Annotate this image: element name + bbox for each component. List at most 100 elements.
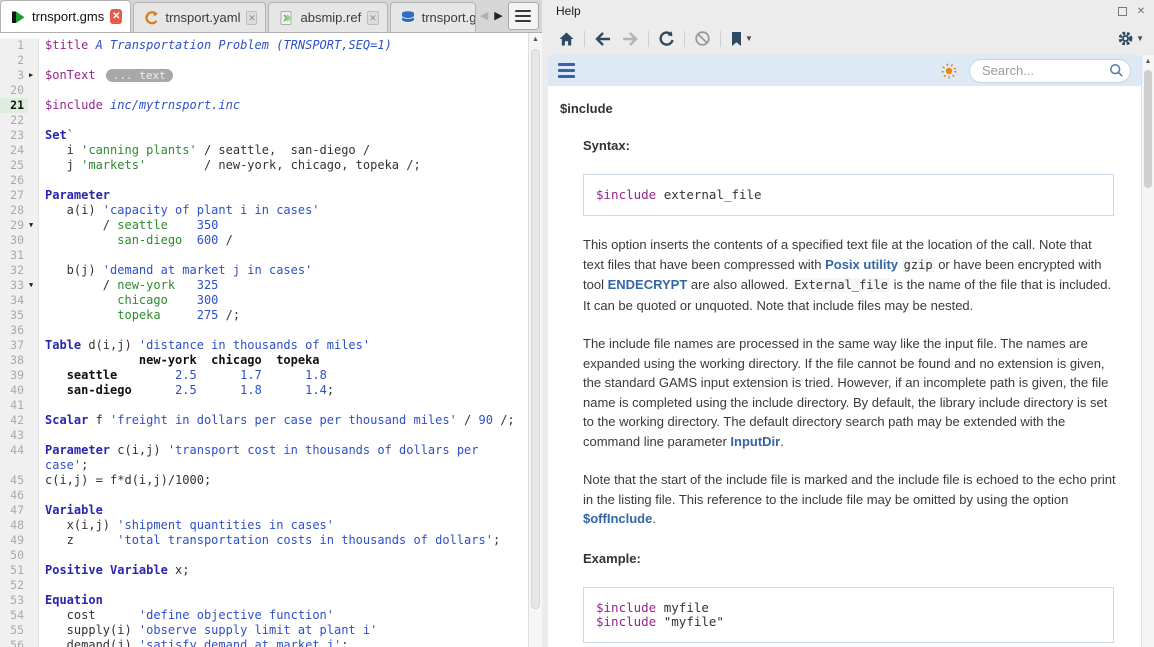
code-line[interactable]: 41	[0, 398, 528, 413]
tab-absmip-ref[interactable]: absmip.ref ✕	[268, 2, 387, 32]
code-line[interactable]: 52	[0, 578, 528, 593]
fold-marker-icon[interactable]: ▶	[28, 68, 39, 83]
code-text	[39, 578, 45, 593]
help-vertical-scrollbar[interactable]: ▲	[1141, 55, 1154, 647]
code-line[interactable]: 31	[0, 248, 528, 263]
code-line[interactable]: 40 san-diego 2.5 1.8 1.4;	[0, 383, 528, 398]
code-line[interactable]: 37Table d(i,j) 'distance in thousands of…	[0, 338, 528, 353]
line-number: 40	[0, 383, 28, 398]
code-line[interactable]: 26	[0, 173, 528, 188]
code-line[interactable]: 24 i 'canning plants' / seattle, san-die…	[0, 143, 528, 158]
stop-button[interactable]	[694, 30, 711, 47]
line-number: 54	[0, 608, 28, 623]
tab-trnsport-gdx[interactable]: trnsport.g	[390, 2, 476, 32]
code-line[interactable]: 20	[0, 83, 528, 98]
fold-marker-icon[interactable]: ▼	[28, 278, 39, 293]
code-line[interactable]: 54 cost 'define objective function'	[0, 608, 528, 623]
search-input[interactable]	[969, 59, 1131, 83]
float-panel-button[interactable]	[1115, 4, 1129, 18]
code-text	[39, 53, 45, 68]
code-line[interactable]: 33▼ / new-york 325	[0, 278, 528, 293]
code-line[interactable]: 39 seattle 2.5 1.7 1.8	[0, 368, 528, 383]
close-tab-icon[interactable]: ✕	[110, 9, 122, 24]
code-line[interactable]: 1$title A Transportation Problem (TRNSPO…	[0, 38, 528, 53]
scrollbar-thumb[interactable]	[531, 49, 540, 609]
code-line[interactable]: case';	[0, 458, 528, 473]
code-text: j 'markets' / new-york, chicago, topeka …	[39, 158, 421, 173]
code-line[interactable]: 48 x(i,j) 'shipment quantities in cases'	[0, 518, 528, 533]
fold-gutter	[28, 323, 39, 338]
tab-trnsport-gms[interactable]: trnsport.gms ✕	[0, 0, 131, 32]
close-tab-icon[interactable]: ✕	[246, 11, 257, 25]
code-line[interactable]: 2	[0, 53, 528, 68]
close-panel-button[interactable]: ✕	[1134, 4, 1148, 18]
tab-scroll-right-icon[interactable]: ▶	[494, 9, 502, 22]
scroll-up-icon[interactable]: ▲	[529, 33, 542, 43]
code-line[interactable]: 21$include inc/mytrnsport.inc	[0, 98, 528, 113]
code-line[interactable]: 56 demand(j) 'satisfy demand at market j…	[0, 638, 528, 647]
code-text: $title A Transportation Problem (TRNSPOR…	[39, 38, 392, 53]
help-subbar	[548, 55, 1141, 86]
line-number: 36	[0, 323, 28, 338]
code-line[interactable]: 55 supply(i) 'observe supply limit at pl…	[0, 623, 528, 638]
code-line[interactable]: 34 chicago 300	[0, 293, 528, 308]
scroll-up-icon[interactable]: ▲	[1142, 55, 1154, 65]
fold-gutter	[28, 548, 39, 563]
search-icon[interactable]	[1109, 63, 1124, 78]
code-line[interactable]: 43	[0, 428, 528, 443]
code-line[interactable]: 44Parameter c(i,j) 'transport cost in th…	[0, 443, 528, 458]
code-line[interactable]: 45c(i,j) = f*d(i,j)/1000;	[0, 473, 528, 488]
help-contents-menu-icon[interactable]	[558, 60, 575, 81]
editor-vertical-scrollbar[interactable]: ▲	[528, 33, 542, 647]
forward-button[interactable]	[621, 31, 639, 47]
help-options-button[interactable]: ▼	[1117, 30, 1144, 47]
fold-gutter	[28, 473, 39, 488]
home-button[interactable]	[558, 31, 575, 47]
code-line[interactable]: 49 z 'total transportation costs in thou…	[0, 533, 528, 548]
code-line[interactable]: 42Scalar f 'freight in dollars per case …	[0, 413, 528, 428]
code-line[interactable]: 35 topeka 275 /;	[0, 308, 528, 323]
code-line[interactable]: 50	[0, 548, 528, 563]
code-line[interactable]: 32 b(j) 'demand at market j in cases'	[0, 263, 528, 278]
code-line[interactable]: 47Variable	[0, 503, 528, 518]
code-text: Parameter	[39, 188, 110, 203]
line-number: 48	[0, 518, 28, 533]
code-text	[39, 398, 45, 413]
syntax-code-block: $include external_file	[583, 174, 1114, 216]
code-line[interactable]: 3▶$onText ... text	[0, 68, 528, 83]
line-number: 45	[0, 473, 28, 488]
fold-gutter	[28, 503, 39, 518]
tab-label: absmip.ref	[300, 10, 361, 25]
tab-label: trnsport.yaml	[165, 10, 240, 25]
code-line[interactable]: 22	[0, 113, 528, 128]
fold-gutter	[28, 533, 39, 548]
fold-gutter	[28, 428, 39, 443]
code-line[interactable]: 38 new-york chicago topeka	[0, 353, 528, 368]
code-line[interactable]: 27 Parameter	[0, 188, 528, 203]
line-number: 27	[0, 188, 28, 203]
code-text: z 'total transportation costs in thousan…	[39, 533, 500, 548]
code-line[interactable]: 36	[0, 323, 528, 338]
example-code-block: $include myfile$include "myfile"	[583, 587, 1114, 643]
tab-scroll-left-icon[interactable]: ◀	[480, 9, 488, 22]
code-line[interactable]: 25 j 'markets' / new-york, chicago, tope…	[0, 158, 528, 173]
code-line[interactable]: 28 a(i) 'capacity of plant i in cases'	[0, 203, 528, 218]
code-line[interactable]: 29▼ / seattle 350	[0, 218, 528, 233]
code-text	[39, 248, 45, 263]
code-line[interactable]: 53Equation	[0, 593, 528, 608]
tab-list-menu-button[interactable]	[508, 2, 539, 30]
help-toolbar: ▼ ▼	[548, 22, 1154, 55]
scrollbar-thumb[interactable]	[1144, 70, 1152, 188]
back-button[interactable]	[594, 31, 612, 47]
bookmark-button[interactable]: ▼	[730, 31, 753, 47]
code-editor[interactable]: 1$title A Transportation Problem (TRNSPO…	[0, 33, 528, 647]
reload-button[interactable]	[658, 30, 675, 47]
fold-marker-icon[interactable]: ▼	[28, 218, 39, 233]
theme-sun-icon[interactable]	[939, 61, 959, 81]
tab-trnsport-yaml[interactable]: trnsport.yaml ✕	[133, 2, 266, 32]
code-line[interactable]: 51Positive Variable x;	[0, 563, 528, 578]
code-line[interactable]: 30 san-diego 600 /	[0, 233, 528, 248]
code-line[interactable]: 46	[0, 488, 528, 503]
close-tab-icon[interactable]: ✕	[367, 11, 378, 25]
code-line[interactable]: 23Set`	[0, 128, 528, 143]
